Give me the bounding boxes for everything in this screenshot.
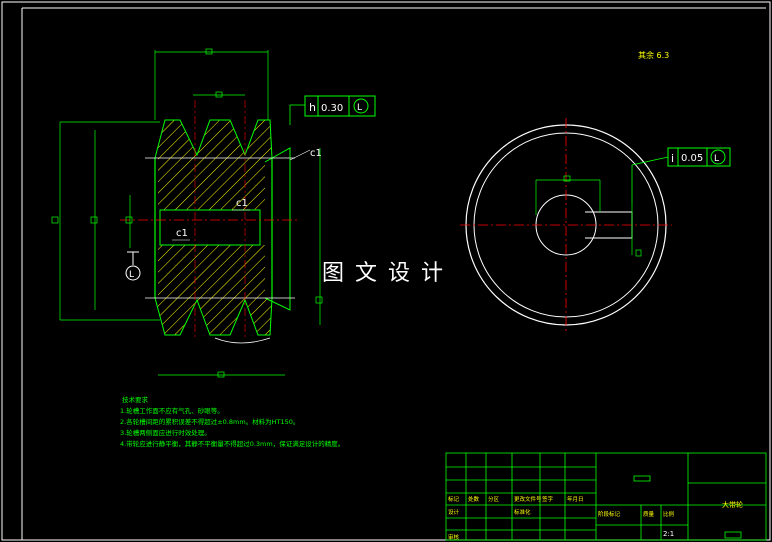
tb-mass: 质量 — [643, 510, 655, 518]
tol-symbol-right: i — [671, 152, 674, 165]
tol-datum-side: L — [357, 103, 362, 113]
tb-r1-c4: 更改文件号 — [514, 495, 542, 503]
hatch-upper — [158, 158, 265, 210]
doc-code-placeholder — [724, 531, 742, 539]
tol-symbol-side: h — [309, 101, 316, 114]
chamfer-label-3: c1 — [176, 228, 188, 239]
section-view — [120, 100, 300, 344]
tech-req-item-4: 4.带轮应进行静平衡，其静不平衡量不得超过0.3mm，保证满足设计的精度。 — [120, 439, 344, 448]
tol-datum-right: L — [714, 154, 719, 164]
tb-r1-c2: 处数 — [468, 495, 480, 503]
tb-review: 审核 — [448, 533, 460, 541]
dim-text-4 — [90, 216, 98, 224]
roughness-note: 其余 6.3 — [638, 50, 669, 60]
tb-r1-c1: 标记 — [448, 495, 460, 503]
tol-frame-right: i 0.05 L — [631, 147, 731, 205]
dim-text-2 — [215, 91, 223, 98]
tech-req-item-2: 2.各轮槽间距的累积误差不得超过±0.8mm。材料为HT150。 — [120, 417, 299, 426]
tech-requirements: 技术要求 1.轮槽工作面不应有气孔、砂眼等。 2.各轮槽间距的累积误差不得超过±… — [120, 395, 344, 448]
tb-scale-label: 比例 — [663, 510, 675, 518]
tb-stage: 阶段标记 — [598, 510, 621, 518]
dim-text-7 — [217, 371, 225, 378]
tech-req-item-3: 3.轮槽两侧面应进行时效处理。 — [120, 428, 211, 437]
tb-r1-c5: 签字 — [542, 495, 554, 503]
groove-teeth-lower — [154, 297, 273, 336]
datum-label: L — [129, 270, 134, 280]
tb-r2-c4: 标准化 — [514, 508, 531, 516]
tb-r1-c6: 年月日 — [567, 495, 584, 503]
front-view — [460, 118, 672, 332]
tb-r2-c1: 设计 — [448, 508, 460, 516]
tol-value-right: 0.05 — [681, 153, 703, 164]
chamfer-label-1: c1 — [310, 148, 322, 159]
tb-r1-c3: 分区 — [488, 495, 500, 503]
tb-part-name: 大带轮 — [722, 500, 743, 509]
groove-arc — [214, 337, 271, 344]
tol-frame-side: h 0.30 L — [289, 95, 376, 125]
cad-drawing: h 0.30 L c1 c1 c1 L 图 文 设 计 i 0.05 L 其余 … — [1, 1, 771, 541]
tol-value-side: 0.30 — [321, 103, 343, 114]
tech-req-title: 技术要求 — [122, 395, 149, 404]
chamfer-label-2: c1 — [236, 198, 248, 209]
dim-text-1 — [205, 48, 213, 55]
tech-req-item-1: 1.轮槽工作面不应有气孔、砂眼等。 — [120, 406, 224, 415]
watermark: 图 文 设 计 — [322, 261, 445, 286]
dim-text-6 — [315, 296, 323, 304]
tb-scale-value: 2:1 — [663, 530, 674, 538]
dim-text-3 — [51, 216, 59, 224]
hub-flange — [264, 147, 291, 311]
hatch-lower — [158, 245, 265, 298]
drawing-number-placeholder — [633, 475, 651, 482]
groove-teeth-upper — [154, 119, 273, 159]
datum-symbol: L — [125, 251, 141, 281]
